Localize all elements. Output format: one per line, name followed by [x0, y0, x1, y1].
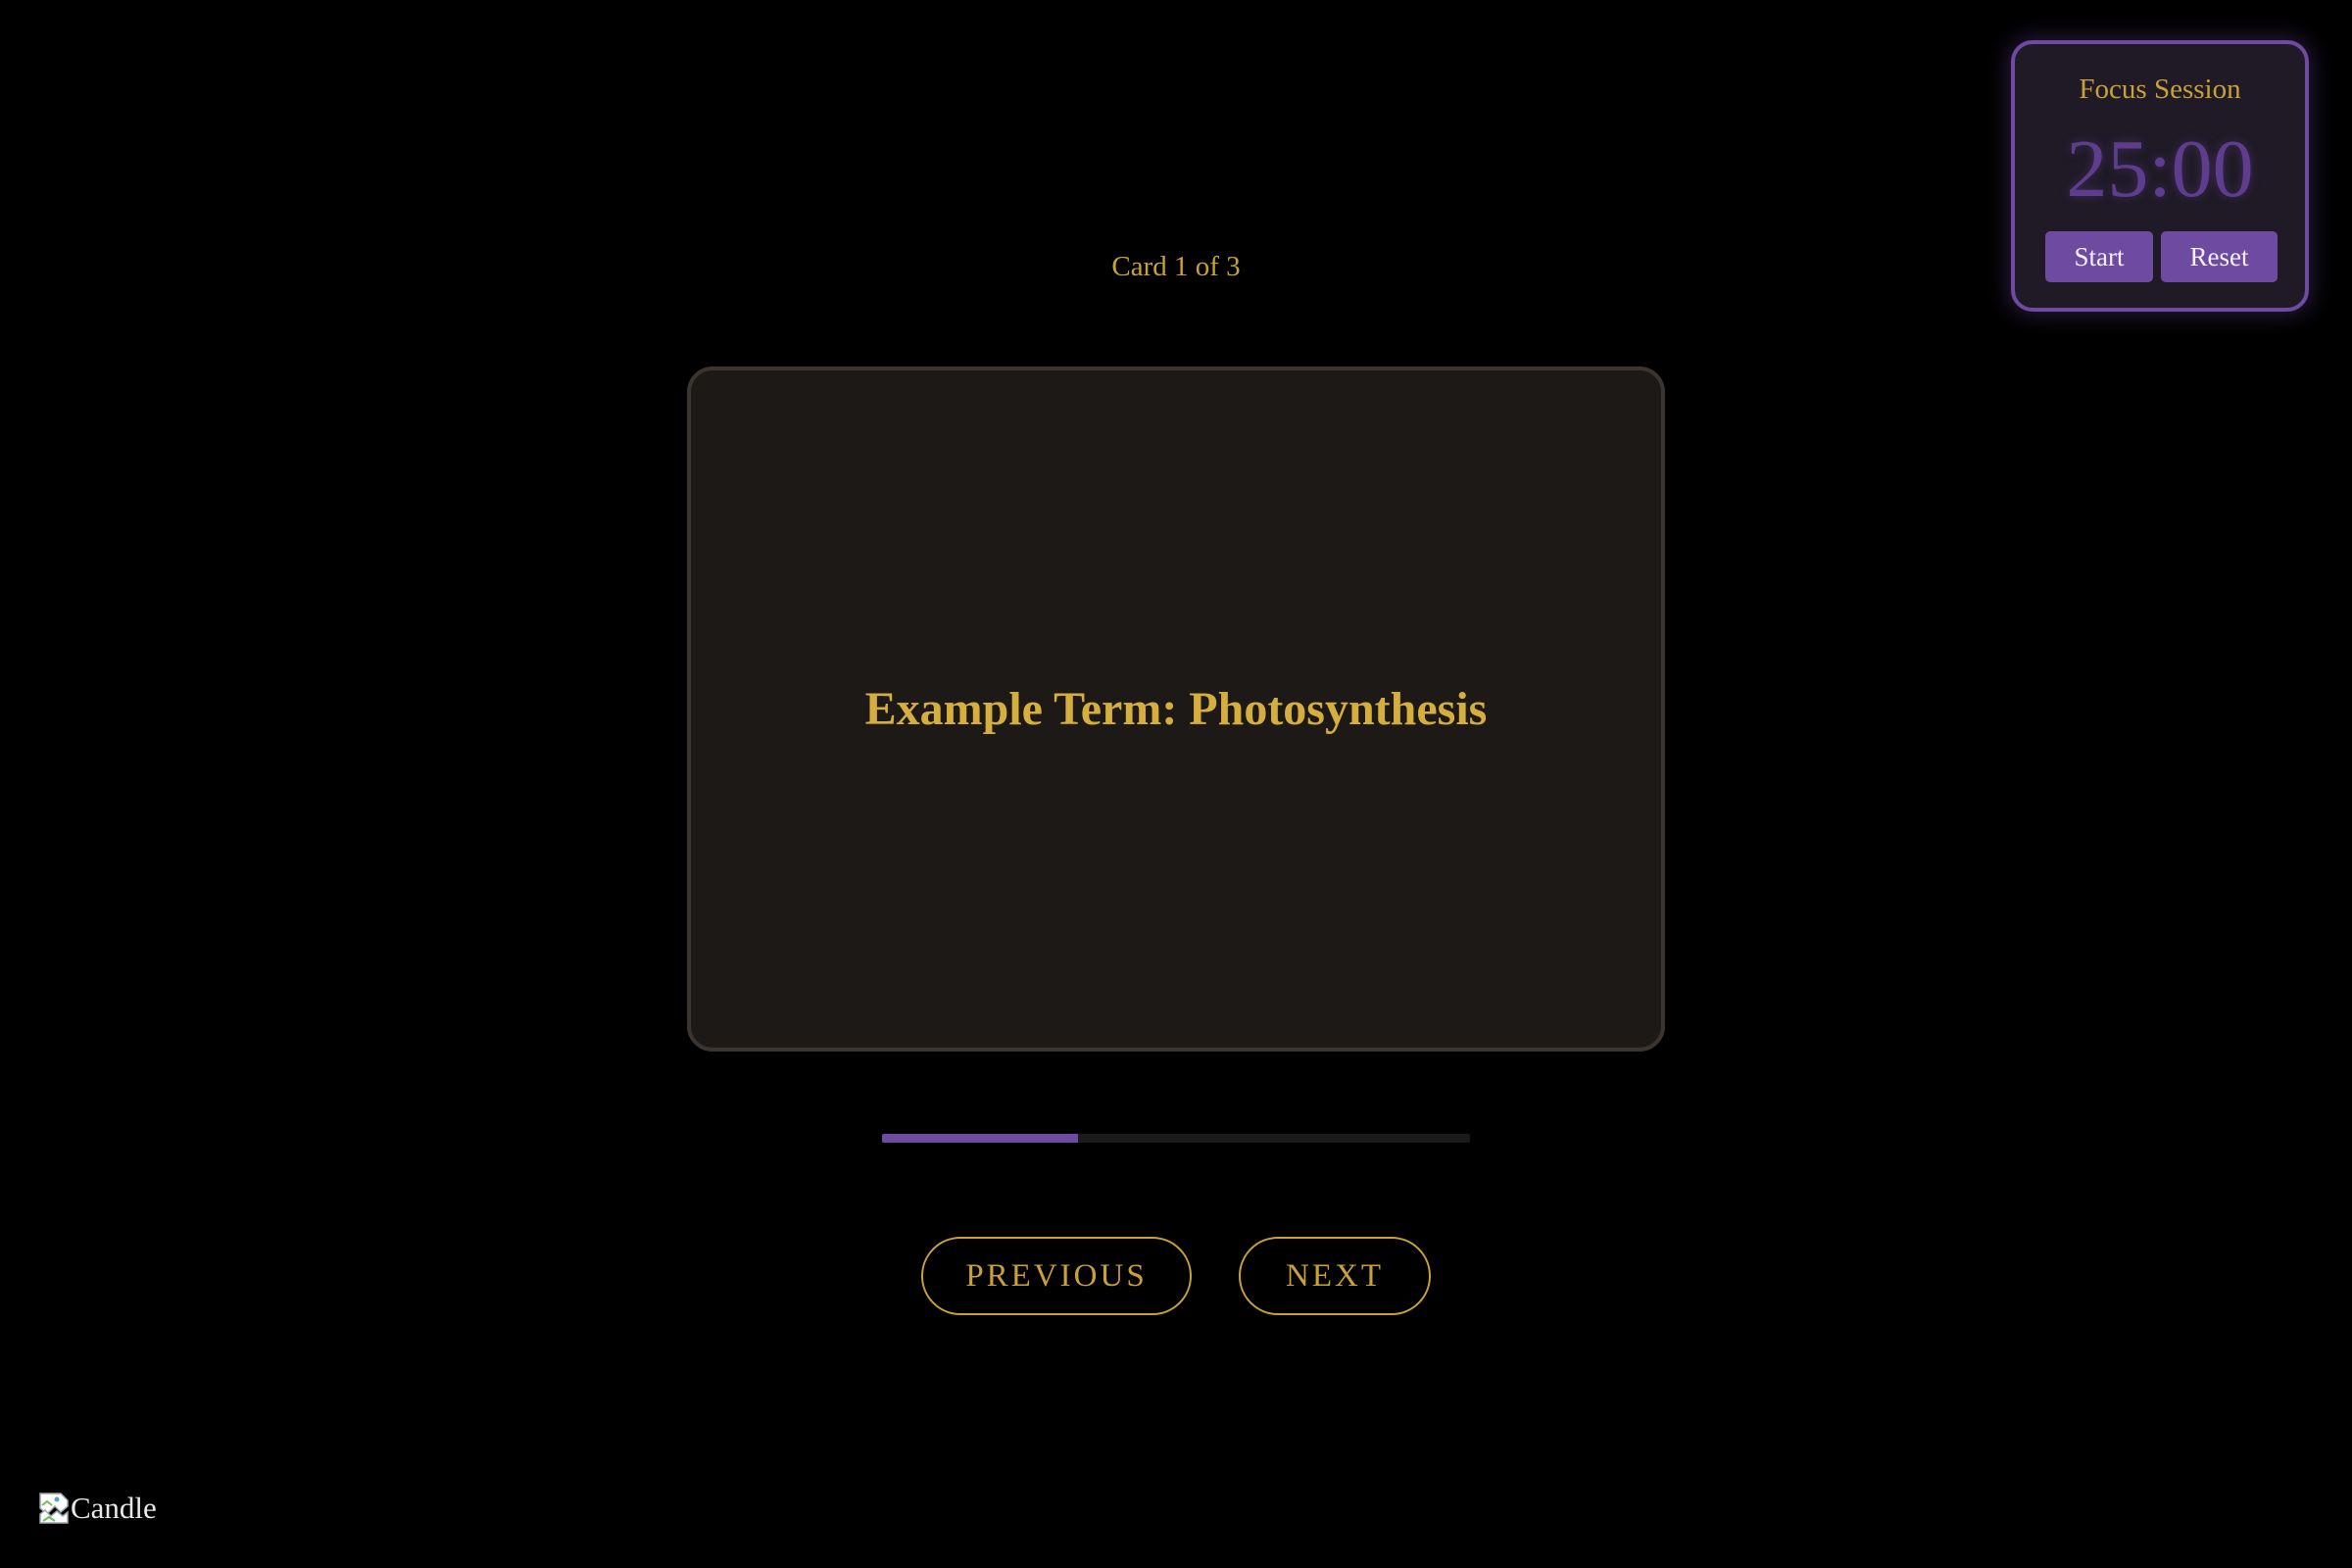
next-button[interactable]: NEXT [1239, 1237, 1431, 1315]
focus-timer-display: 25:00 [2066, 123, 2254, 215]
flashcard-term: Example Term: Photosynthesis [864, 683, 1488, 735]
progress-bar-fill [882, 1134, 1078, 1143]
flashcard-study-page: Focus Session 25:00 Start Reset Card 1 o… [0, 0, 2352, 1568]
broken-image-icon [39, 1493, 69, 1524]
progress-bar [882, 1134, 1470, 1143]
candle-alt-text: Candle [71, 1491, 157, 1525]
flashcard[interactable]: Example Term: Photosynthesis [687, 367, 1665, 1052]
candle-image: Candle [39, 1491, 157, 1526]
focus-session-title: Focus Session [2079, 74, 2241, 105]
previous-button[interactable]: PREVIOUS [921, 1237, 1192, 1315]
card-counter: Card 1 of 3 [1111, 251, 1241, 282]
